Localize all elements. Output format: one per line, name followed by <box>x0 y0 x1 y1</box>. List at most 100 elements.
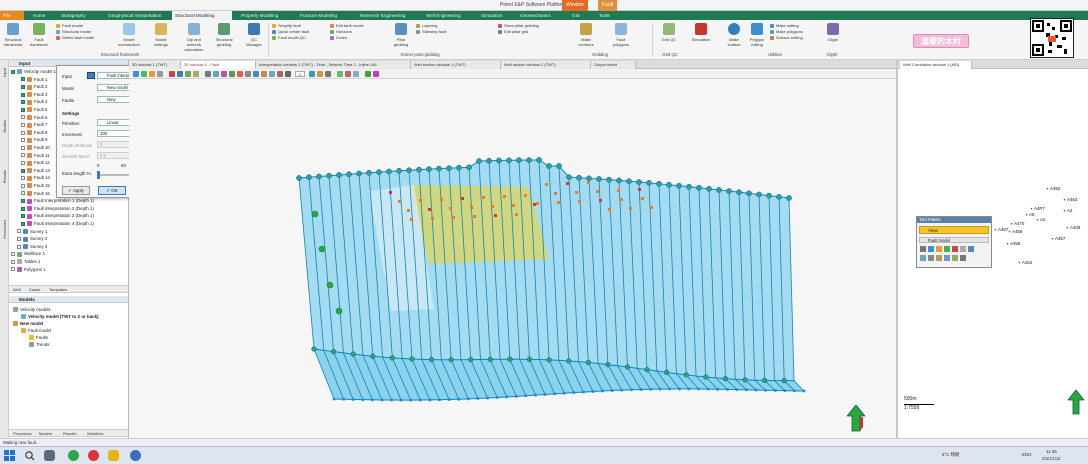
app-icon-red[interactable] <box>88 450 99 461</box>
tab-cases[interactable]: Cases <box>27 287 42 293</box>
pillar-mid-node[interactable] <box>664 369 670 375</box>
interpretation-marker[interactable] <box>515 213 518 216</box>
pillar-top-node[interactable] <box>786 195 792 201</box>
zoom-level-field[interactable]: 1 <box>295 71 305 77</box>
pillar-base-node[interactable] <box>486 396 489 400</box>
checkbox[interactable] <box>11 267 15 272</box>
tree-item-input[interactable]: Tables 1 <box>11 258 40 265</box>
pillar-base-node[interactable] <box>380 398 384 402</box>
pillar-base-node[interactable] <box>534 393 537 397</box>
pillar-mid-node[interactable] <box>370 353 376 359</box>
interpretation-marker[interactable] <box>440 198 443 201</box>
interpretation-marker[interactable] <box>398 200 401 203</box>
pillar-mid-node[interactable] <box>330 349 337 355</box>
pillar-base-node[interactable] <box>591 390 595 393</box>
tree-item-input[interactable]: Fault 10 <box>21 144 50 151</box>
pillar-top-node[interactable] <box>516 157 522 164</box>
model-settings-button[interactable]: Model settings <box>150 23 172 49</box>
pillar-top-node[interactable] <box>416 166 422 173</box>
pillar-base-node[interactable] <box>745 388 748 392</box>
pillar-top-node[interactable] <box>486 157 492 164</box>
pillar-mid-node[interactable] <box>389 355 396 361</box>
interpretation-marker[interactable] <box>620 198 623 201</box>
tab-gis[interactable]: GIS <box>569 11 583 20</box>
checkbox[interactable] <box>21 161 25 166</box>
doc-tab-interpretation[interactable]: Interpretation window 1 (TWT) - Time - S… <box>256 61 411 69</box>
doc-tab-output[interactable]: Output sheet <box>591 61 636 69</box>
interpretation-marker[interactable] <box>419 199 422 202</box>
checkbox[interactable] <box>21 199 25 204</box>
make-contours-button[interactable]: Make contours <box>575 23 597 49</box>
edge-control-node[interactable] <box>326 281 334 289</box>
export-icon[interactable] <box>365 71 371 77</box>
pillar-base-node[interactable] <box>687 387 691 391</box>
polygon-editing-button[interactable]: Polygon editing <box>746 23 768 49</box>
3d-viewport[interactable] <box>129 79 896 438</box>
tab-processes[interactable]: Processes <box>11 431 34 437</box>
doc-tab-interpretation-active[interactable]: 3D window 1 - Fault <box>181 61 256 69</box>
well-marker[interactable]: A2 <box>1063 208 1072 213</box>
pillar-base-node[interactable] <box>447 398 451 401</box>
ribbon-item-stairstep[interactable]: Stairstep fault <box>416 29 446 35</box>
tree-item-input[interactable]: Fault 11 <box>21 152 50 159</box>
tree-new-model[interactable]: New model <box>13 320 125 327</box>
legend-icon[interactable] <box>353 71 359 77</box>
interpretation-marker[interactable] <box>461 197 464 200</box>
pillar-base-node[interactable] <box>572 391 576 394</box>
interpretation-marker[interactable] <box>533 203 536 206</box>
checkbox[interactable] <box>17 244 21 249</box>
pillar-mid-node[interactable] <box>448 357 454 363</box>
pillar-top-node[interactable] <box>476 158 482 164</box>
well-marker[interactable]: A2 <box>1036 217 1045 222</box>
pillar-base-node[interactable] <box>409 398 413 402</box>
tool-icon-delete[interactable] <box>952 246 958 252</box>
clock-time[interactable]: 11:46 <box>1046 449 1057 454</box>
doc-tab-3d-window[interactable]: 3D window 1 (TWT) <box>129 61 181 69</box>
petrel-icon[interactable] <box>130 450 141 461</box>
interpretation-marker[interactable] <box>629 207 632 210</box>
record-icon[interactable] <box>237 71 243 77</box>
pillar-mid-node[interactable] <box>468 356 474 363</box>
tree-item-input[interactable]: Fault interpretation 3 (Depth 1) <box>21 212 94 219</box>
interpretation-marker[interactable] <box>641 197 644 200</box>
cursor-icon[interactable] <box>345 71 351 77</box>
filter-icon[interactable] <box>373 71 379 77</box>
tree-item-input[interactable]: Wellbore 1 <box>11 250 45 257</box>
tree-faults[interactable]: Faults <box>13 334 125 341</box>
interpretation-marker[interactable] <box>407 209 410 212</box>
pillar-base-node[interactable] <box>514 395 518 398</box>
pillar-base-node[interactable] <box>428 398 432 402</box>
context-tab-window[interactable]: Window <box>562 0 588 11</box>
fault-model-section[interactable]: Fault model <box>919 237 989 243</box>
well-marker[interactable]: A456 <box>1008 229 1022 234</box>
interpretation-marker[interactable] <box>524 194 527 197</box>
pillar-top-node[interactable] <box>396 167 402 174</box>
pillar-top-node[interactable] <box>376 169 382 175</box>
pillar-top-node[interactable] <box>656 180 662 187</box>
tree-item-input[interactable]: Fault 12 <box>21 159 50 166</box>
interpretation-marker[interactable] <box>512 204 515 207</box>
pillar-base-node[interactable] <box>371 398 374 402</box>
tree-item-input[interactable]: Fault 4 <box>21 98 47 105</box>
side-strip-models[interactable]: Models <box>2 120 7 133</box>
side-strip-input[interactable]: Input <box>2 68 7 77</box>
pillar-top-node[interactable] <box>636 179 642 185</box>
pillar-base-node[interactable] <box>342 397 345 401</box>
pillar-base-node[interactable] <box>773 389 777 392</box>
checkbox[interactable] <box>21 138 25 143</box>
light-icon[interactable] <box>213 71 219 77</box>
weather-text[interactable]: 8°C 晴朗 <box>942 452 959 458</box>
pillar-base-node[interactable] <box>668 387 672 391</box>
tree-item-input[interactable]: Fault 8 <box>21 129 47 136</box>
tab-geomechanics[interactable]: Geomechanics <box>517 11 554 20</box>
tool-icon-move[interactable] <box>960 246 966 252</box>
pillar-gridding-button[interactable]: Pillar gridding <box>390 23 412 49</box>
interpretation-marker[interactable] <box>554 192 557 195</box>
pillar-base-node[interactable] <box>783 389 787 392</box>
pillar-base-node[interactable] <box>735 388 739 391</box>
pillar-top-node[interactable] <box>506 157 512 164</box>
tab-well-engineering[interactable]: Well Engineering <box>423 11 464 20</box>
interpretation-marker[interactable] <box>389 191 392 194</box>
well-marker[interactable]: A4P7 <box>1030 206 1045 211</box>
doc-tab-well-correlation[interactable]: Well Correlation window 1 (MD) <box>900 61 972 69</box>
